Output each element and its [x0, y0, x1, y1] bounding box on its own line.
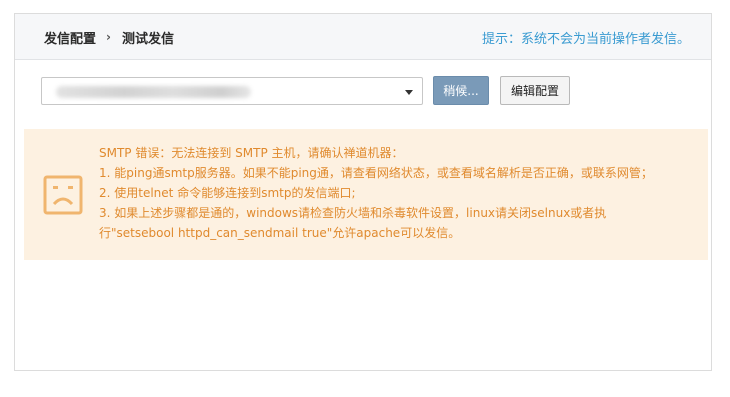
test-mail-panel: 发信配置 › 测试发信 提示：系统不会为当前操作者发信。 稍候... 编辑配置 … — [14, 13, 712, 371]
wait-button[interactable]: 稍候... — [433, 76, 489, 105]
error-line-3: 3. 如果上述步骤都是通的，windows请检查防火墙和杀毒软件设置，linux… — [99, 206, 607, 220]
panel-header: 发信配置 › 测试发信 提示：系统不会为当前操作者发信。 — [15, 14, 711, 60]
chevron-down-icon[interactable] — [405, 89, 413, 95]
error-message: SMTP 错误：无法连接到 SMTP 主机，请确认禅道机器： 1. 能ping通… — [99, 143, 699, 243]
error-line-2: 2. 使用telnet 命令能够连接到smtp的发信端口; — [99, 186, 356, 200]
hint-text: 提示：系统不会为当前操作者发信。 — [481, 31, 690, 47]
error-line-1: 1. 能ping通smtp服务器。如果不能ping通，请查看网络状态，或查看域名… — [99, 166, 653, 180]
recipient-select[interactable] — [41, 76, 423, 105]
error-line-title: SMTP 错误：无法连接到 SMTP 主机，请确认禅道机器： — [99, 146, 404, 160]
edit-config-button[interactable]: 编辑配置 — [500, 76, 570, 105]
error-line-4: 行"setsebool httpd_can_sendmail true"允许ap… — [99, 226, 461, 240]
sad-face-icon — [43, 175, 83, 215]
breadcrumb: 发信配置 › 测试发信 — [44, 14, 174, 60]
breadcrumb-test-mail: 测试发信 — [121, 31, 174, 47]
error-alert: SMTP 错误：无法连接到 SMTP 主机，请确认禅道机器： 1. 能ping通… — [24, 129, 708, 260]
test-toolbar: 稍候... 编辑配置 — [41, 76, 570, 105]
breadcrumb-separator-icon: › — [106, 30, 111, 44]
breadcrumb-mail-config[interactable]: 发信配置 — [44, 28, 96, 47]
recipient-select-value — [56, 85, 251, 98]
